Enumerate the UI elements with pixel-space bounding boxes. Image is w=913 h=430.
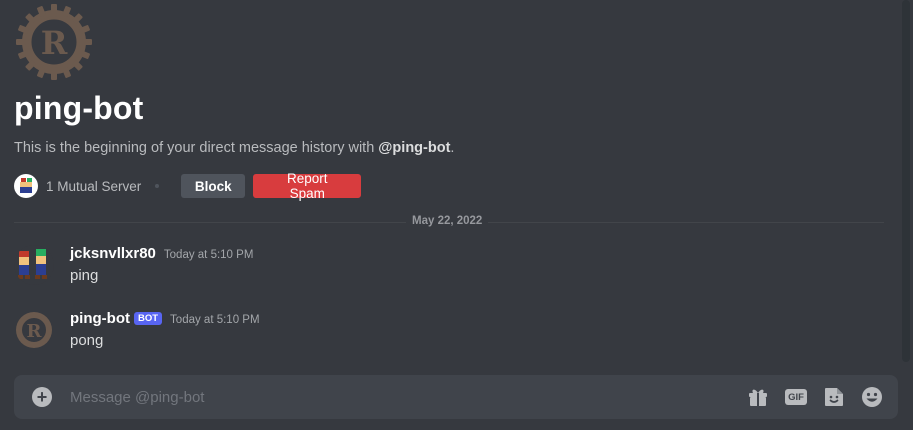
composer-icons: GIF xyxy=(732,385,884,409)
message-item: R ping-bot BOT Today at 5:10 PM pong xyxy=(14,310,874,354)
page-title: ping-bot xyxy=(14,90,144,126)
dm-intro-text: This is the beginning of your direct mes… xyxy=(14,140,455,156)
scrollbar[interactable] xyxy=(902,0,910,362)
svg-text:R: R xyxy=(27,321,43,342)
plus-circle-icon[interactable]: + xyxy=(32,387,52,407)
mutual-servers-link[interactable]: 1 Mutual Server xyxy=(46,179,141,194)
message-text: pong xyxy=(70,332,104,349)
message-text: ping xyxy=(70,267,99,284)
message-header: ping-bot BOT Today at 5:10 PM xyxy=(70,310,260,327)
rust-gear-logo-icon: R xyxy=(14,2,94,82)
message-username[interactable]: ping-bot xyxy=(70,310,130,327)
block-button[interactable]: Block xyxy=(181,174,246,198)
message-composer: + GIF xyxy=(14,375,898,419)
gift-icon[interactable] xyxy=(746,385,770,409)
profile-actions: 1 Mutual Server Block Report Spam xyxy=(14,171,362,201)
message-input[interactable] xyxy=(70,388,732,406)
emoji-icon[interactable] xyxy=(860,385,884,409)
date-divider-label: May 22, 2022 xyxy=(406,215,489,227)
message-item: jcksnvllxr80 Today at 5:10 PM ping xyxy=(14,245,874,289)
message-timestamp: Today at 5:10 PM xyxy=(170,314,260,326)
rust-gear-logo-icon[interactable]: R xyxy=(14,310,54,350)
mutual-server-icon[interactable] xyxy=(14,174,38,198)
sticker-icon[interactable] xyxy=(822,385,846,409)
mario-luigi-avatar-icon[interactable] xyxy=(14,245,54,285)
report-spam-button[interactable]: Report Spam xyxy=(253,171,362,201)
message-username[interactable]: jcksnvllxr80 xyxy=(70,245,156,262)
bot-badge: BOT xyxy=(133,312,163,325)
message-header: jcksnvllxr80 Today at 5:10 PM xyxy=(70,245,253,262)
separator-dot xyxy=(155,184,160,188)
gif-icon: GIF xyxy=(785,389,807,405)
message-timestamp: Today at 5:10 PM xyxy=(163,249,254,261)
gif-button[interactable]: GIF xyxy=(784,385,808,409)
bot-mention[interactable]: @ping-bot xyxy=(378,140,450,156)
svg-text:R: R xyxy=(41,24,68,62)
